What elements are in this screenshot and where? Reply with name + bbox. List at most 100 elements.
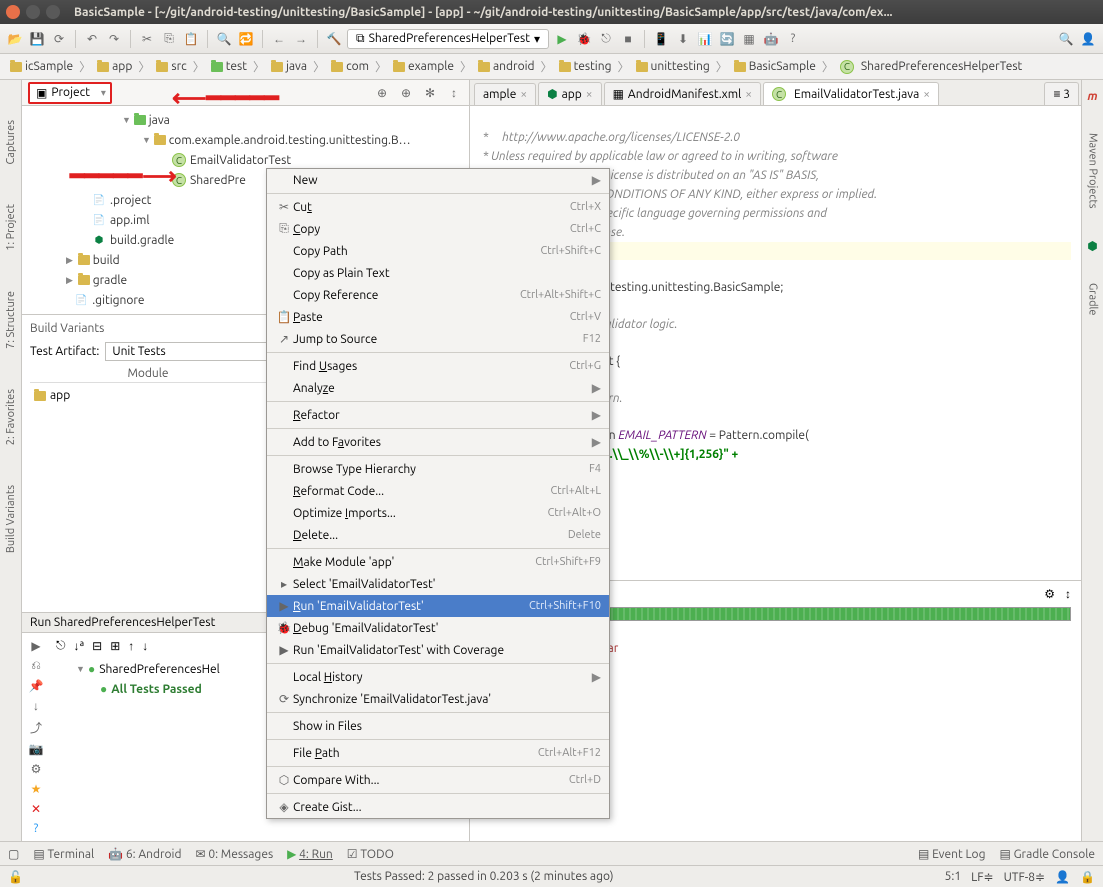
context-menu-item[interactable]: ⎘CopyCtrl+C	[267, 218, 609, 240]
pin-button[interactable]: 📌	[29, 679, 44, 693]
sdk-icon[interactable]: ⬇	[674, 30, 692, 48]
gradle-tab[interactable]: Gradle	[1087, 283, 1099, 316]
context-menu-item[interactable]: Copy PathCtrl+Shift+C	[267, 240, 609, 262]
avd-icon[interactable]: 📱	[652, 30, 670, 48]
breadcrumb-item[interactable]: android	[472, 58, 541, 75]
down-button[interactable]: ↓	[33, 699, 39, 713]
project-view-dropdown[interactable]: ▣ Project	[28, 82, 112, 104]
context-menu-item[interactable]: Copy ReferenceCtrl+Alt+Shift+C	[267, 284, 609, 306]
context-menu-item[interactable]: ▸Select 'EmailValidatorTest'	[267, 573, 609, 595]
context-menu-item[interactable]: ◈Create Gist...	[267, 796, 609, 818]
run-tab[interactable]: ▶ 4: Run	[287, 847, 333, 861]
event-log-tab[interactable]: ▤ Event Log	[918, 847, 985, 861]
breadcrumb-item[interactable]: app	[91, 58, 138, 75]
tree-node-package[interactable]: ▼ com.example.android.testing.unittestin…	[22, 130, 469, 150]
context-menu-item[interactable]: Analyze▶	[267, 377, 609, 399]
context-menu-item[interactable]: Reformat Code...Ctrl+Alt+L	[267, 480, 609, 502]
m-icon[interactable]: m	[1087, 90, 1097, 103]
hide-icon[interactable]: ↕	[1065, 587, 1071, 601]
terminal-tab[interactable]: ▤ Terminal	[33, 847, 94, 861]
more-tabs-button[interactable]: ≡ 3	[1044, 82, 1079, 105]
context-menu-item[interactable]: Find UsagesCtrl+G	[267, 355, 609, 377]
cut-icon[interactable]: ✂	[138, 30, 156, 48]
editor-tab-active[interactable]: CEmailValidatorTest.java×	[763, 82, 939, 105]
undo-icon[interactable]: ↶	[83, 30, 101, 48]
gradle-icon[interactable]: ⬢	[1087, 239, 1097, 253]
context-menu-item[interactable]: 📋PasteCtrl+V	[267, 306, 609, 328]
back-icon[interactable]: ←	[270, 30, 288, 48]
breadcrumb-item[interactable]: java	[265, 58, 313, 75]
breadcrumb-item[interactable]: test	[205, 58, 253, 75]
context-menu-item[interactable]: Add to Favorites▶	[267, 431, 609, 453]
save-icon[interactable]: 💾	[28, 30, 46, 48]
context-menu-item[interactable]: ↗Jump to SourceF12	[267, 328, 609, 350]
editor-tab[interactable]: ⬢app×	[538, 82, 601, 105]
breadcrumb-item[interactable]: unittesting	[630, 58, 716, 75]
breadcrumb-item[interactable]: example	[387, 58, 460, 75]
help-icon[interactable]: ?	[784, 30, 802, 48]
breadcrumb-item[interactable]: icSample	[4, 58, 79, 75]
context-menu-item[interactable]: ⟳Synchronize 'EmailValidatorTest.java'	[267, 688, 609, 710]
android-tab[interactable]: 🤖 6: Android	[108, 847, 181, 861]
star-icon[interactable]: ★	[31, 782, 42, 796]
stop-icon[interactable]: ■	[619, 30, 637, 48]
debug-button[interactable]: 🐞	[575, 30, 593, 48]
breadcrumb-item[interactable]: testing	[553, 58, 618, 75]
window-close-button[interactable]	[6, 5, 20, 19]
context-menu-item[interactable]: ▶Run 'EmailValidatorTest'Ctrl+Shift+F10	[267, 595, 609, 617]
cursor-position[interactable]: 5:1	[945, 870, 962, 883]
context-menu-item[interactable]: New▶	[267, 169, 609, 191]
prev-icon[interactable]: ↑	[128, 639, 134, 653]
editor-tab[interactable]: ample×	[474, 83, 536, 105]
open-icon[interactable]: 📂	[6, 30, 24, 48]
context-menu-item[interactable]: Browse Type HierarchyF4	[267, 458, 609, 480]
copy-icon[interactable]: ⎘	[160, 30, 178, 48]
gradle-console-tab[interactable]: ▤ Gradle Console	[999, 847, 1095, 861]
redo-icon[interactable]: ↷	[105, 30, 123, 48]
window-minimize-button[interactable]	[26, 5, 40, 19]
context-menu-item[interactable]: ✂CutCtrl+X	[267, 196, 609, 218]
breadcrumb-item[interactable]: com	[325, 58, 375, 75]
run-button[interactable]: ▶	[553, 30, 571, 48]
sync-icon[interactable]: 🔄	[718, 30, 736, 48]
context-menu-item[interactable]: Refactor▶	[267, 404, 609, 426]
breadcrumb-item[interactable]: CSharedPreferencesHelperTest	[834, 58, 1028, 76]
collapse-icon[interactable]: ⊟	[92, 639, 102, 653]
user-icon[interactable]: 👤	[1079, 30, 1097, 48]
toggle-button[interactable]: ⎌	[31, 659, 41, 673]
android-icon[interactable]: 🤖	[762, 30, 780, 48]
captures-tab[interactable]: Captures	[5, 120, 17, 164]
replace-icon[interactable]: 🔁	[237, 30, 255, 48]
monitor-icon[interactable]: 📊	[696, 30, 714, 48]
close-tab-icon[interactable]: ×	[745, 88, 752, 101]
file-encoding[interactable]: UTF-8≑	[1004, 870, 1046, 884]
inspection-icon[interactable]: 👤	[1055, 870, 1070, 884]
status-lock-icon[interactable]: 🔓	[8, 870, 23, 884]
hide-icon[interactable]: ↕	[445, 84, 463, 102]
context-menu-item[interactable]: Make Module 'app'Ctrl+Shift+F9	[267, 551, 609, 573]
favorites-tab[interactable]: 2: Favorites	[5, 389, 17, 445]
tree-node-java[interactable]: ▼ java	[22, 110, 469, 130]
build-variants-tab[interactable]: Build Variants	[5, 485, 17, 553]
sort-icon[interactable]: ↓ª	[74, 639, 85, 653]
breadcrumb-item[interactable]: src	[150, 58, 192, 75]
window-maximize-button[interactable]	[46, 5, 60, 19]
filter-icon[interactable]: ⎋	[56, 639, 66, 653]
maven-tab[interactable]: Maven Projects	[1087, 133, 1099, 209]
search-everywhere-icon[interactable]: 🔍	[1057, 30, 1075, 48]
messages-tab[interactable]: ✉ 0: Messages	[196, 847, 274, 861]
expand-icon[interactable]: ⊞	[110, 639, 120, 653]
context-menu-item[interactable]: Optimize Imports...Ctrl+Alt+O	[267, 502, 609, 524]
line-separator[interactable]: LF≑	[971, 870, 993, 884]
find-icon[interactable]: 🔍	[215, 30, 233, 48]
close-tab-icon[interactable]: ×	[586, 88, 593, 101]
expand-icon[interactable]: ⊕	[373, 84, 391, 102]
context-menu-item[interactable]: Copy as Plain Text	[267, 262, 609, 284]
forward-icon[interactable]: →	[292, 30, 310, 48]
export-button[interactable]: ⤴	[30, 719, 42, 736]
context-menu-item[interactable]: Delete...Delete	[267, 524, 609, 546]
editor-tab[interactable]: ▦AndroidManifest.xml×	[604, 82, 761, 105]
run-config-selector[interactable]: ⧉ SharedPreferencesHelperTest ▾	[347, 29, 549, 49]
breadcrumb-item[interactable]: BasicSample	[728, 58, 822, 75]
close-button[interactable]: ✕	[31, 802, 41, 816]
